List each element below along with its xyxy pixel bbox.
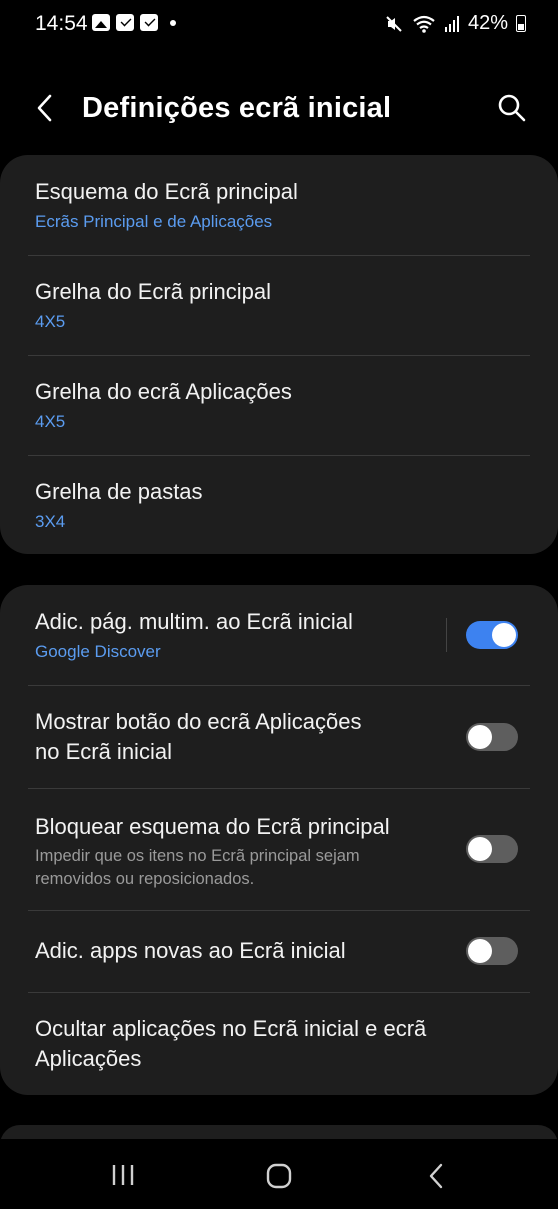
toggle-knob [492,623,516,647]
status-bar: 14:54 42% [0,0,558,50]
notification-icons [92,14,176,31]
mute-icon [386,15,402,32]
add-new-apps-toggle[interactable] [466,937,518,965]
item-title: Grelha de pastas [35,479,203,504]
battery-percent: 42% [467,12,508,34]
apps-button-toggle[interactable] [466,723,518,751]
item-description-line1: Impedir que os itens no Ecrã principal s… [35,847,360,865]
apps-screen-grid-item[interactable]: Grelha do ecrã Aplicações 4X5 [0,355,558,455]
chevron-left-icon[interactable] [30,92,62,124]
options-card: Adic. pág. multim. ao Ecrã inicial Googl… [0,585,558,1095]
wifi-icon [413,15,435,33]
toggle-knob [468,939,492,963]
item-title: Esquema do Ecrã principal [35,179,298,204]
apps-button-item[interactable]: Mostrar botão do ecrã Aplicações no Ecrã… [0,685,558,788]
grid-settings-card: Esquema do Ecrã principal Ecrãs Principa… [0,155,558,554]
media-page-toggle[interactable] [466,621,518,649]
toggle-knob [468,725,492,749]
search-icon[interactable] [496,92,528,124]
item-title-line1: Mostrar botão do ecrã Aplicações [35,709,362,734]
item-value: Ecrãs Principal e de Aplicações [35,212,273,231]
home-screen-layout-item[interactable]: Esquema do Ecrã principal Ecrãs Principa… [0,155,558,255]
item-title-line2: Aplicações [35,1046,142,1071]
item-title-line2: no Ecrã inicial [35,739,172,764]
item-title-line1: Ocultar aplicações no Ecrã inicial e ecr… [35,1016,427,1041]
toggle-knob [468,837,492,861]
item-value: Google Discover [35,642,161,661]
media-page-item[interactable]: Adic. pág. multim. ao Ecrã inicial Googl… [0,585,558,685]
item-description-line2: removidos ou reposicionados. [35,870,255,888]
item-value: 3X4 [35,512,66,531]
item-title: Bloquear esquema do Ecrã principal [35,814,390,839]
item-title: Adic. pág. multim. ao Ecrã inicial [35,609,353,634]
battery-icon [516,15,526,32]
status-time: 14:54 [35,12,88,35]
system-icons: 42% [384,12,526,35]
recents-icon[interactable] [110,1163,138,1187]
dot-icon [170,19,176,26]
page-title: Definições ecrã inicial [82,92,392,124]
item-value: 4X5 [35,312,66,331]
app-header: Definições ecrã inicial [0,70,558,150]
add-new-apps-item[interactable]: Adic. apps novas ao Ecrã inicial [0,910,558,992]
lock-layout-toggle[interactable] [466,835,518,863]
hide-apps-item[interactable]: Ocultar aplicações no Ecrã inicial e ecr… [0,992,558,1095]
home-screen-grid-item[interactable]: Grelha do Ecrã principal 4X5 [0,255,558,355]
home-icon[interactable] [265,1162,293,1190]
folder-grid-item[interactable]: Grelha de pastas 3X4 [0,455,558,554]
item-title: Grelha do ecrã Aplicações [35,379,292,404]
item-value: 4X5 [35,412,66,431]
vertical-separator [446,618,447,652]
lock-layout-item[interactable]: Bloquear esquema do Ecrã principal Imped… [0,788,558,910]
mail-icon [116,14,134,31]
item-title: Grelha do Ecrã principal [35,279,272,304]
back-icon[interactable] [424,1162,448,1190]
signal-icon [444,15,459,32]
gallery-icon [92,14,110,31]
navigation-bar [0,1139,558,1209]
item-title: Adic. apps novas ao Ecrã inicial [35,938,346,963]
mail-icon [140,14,158,31]
